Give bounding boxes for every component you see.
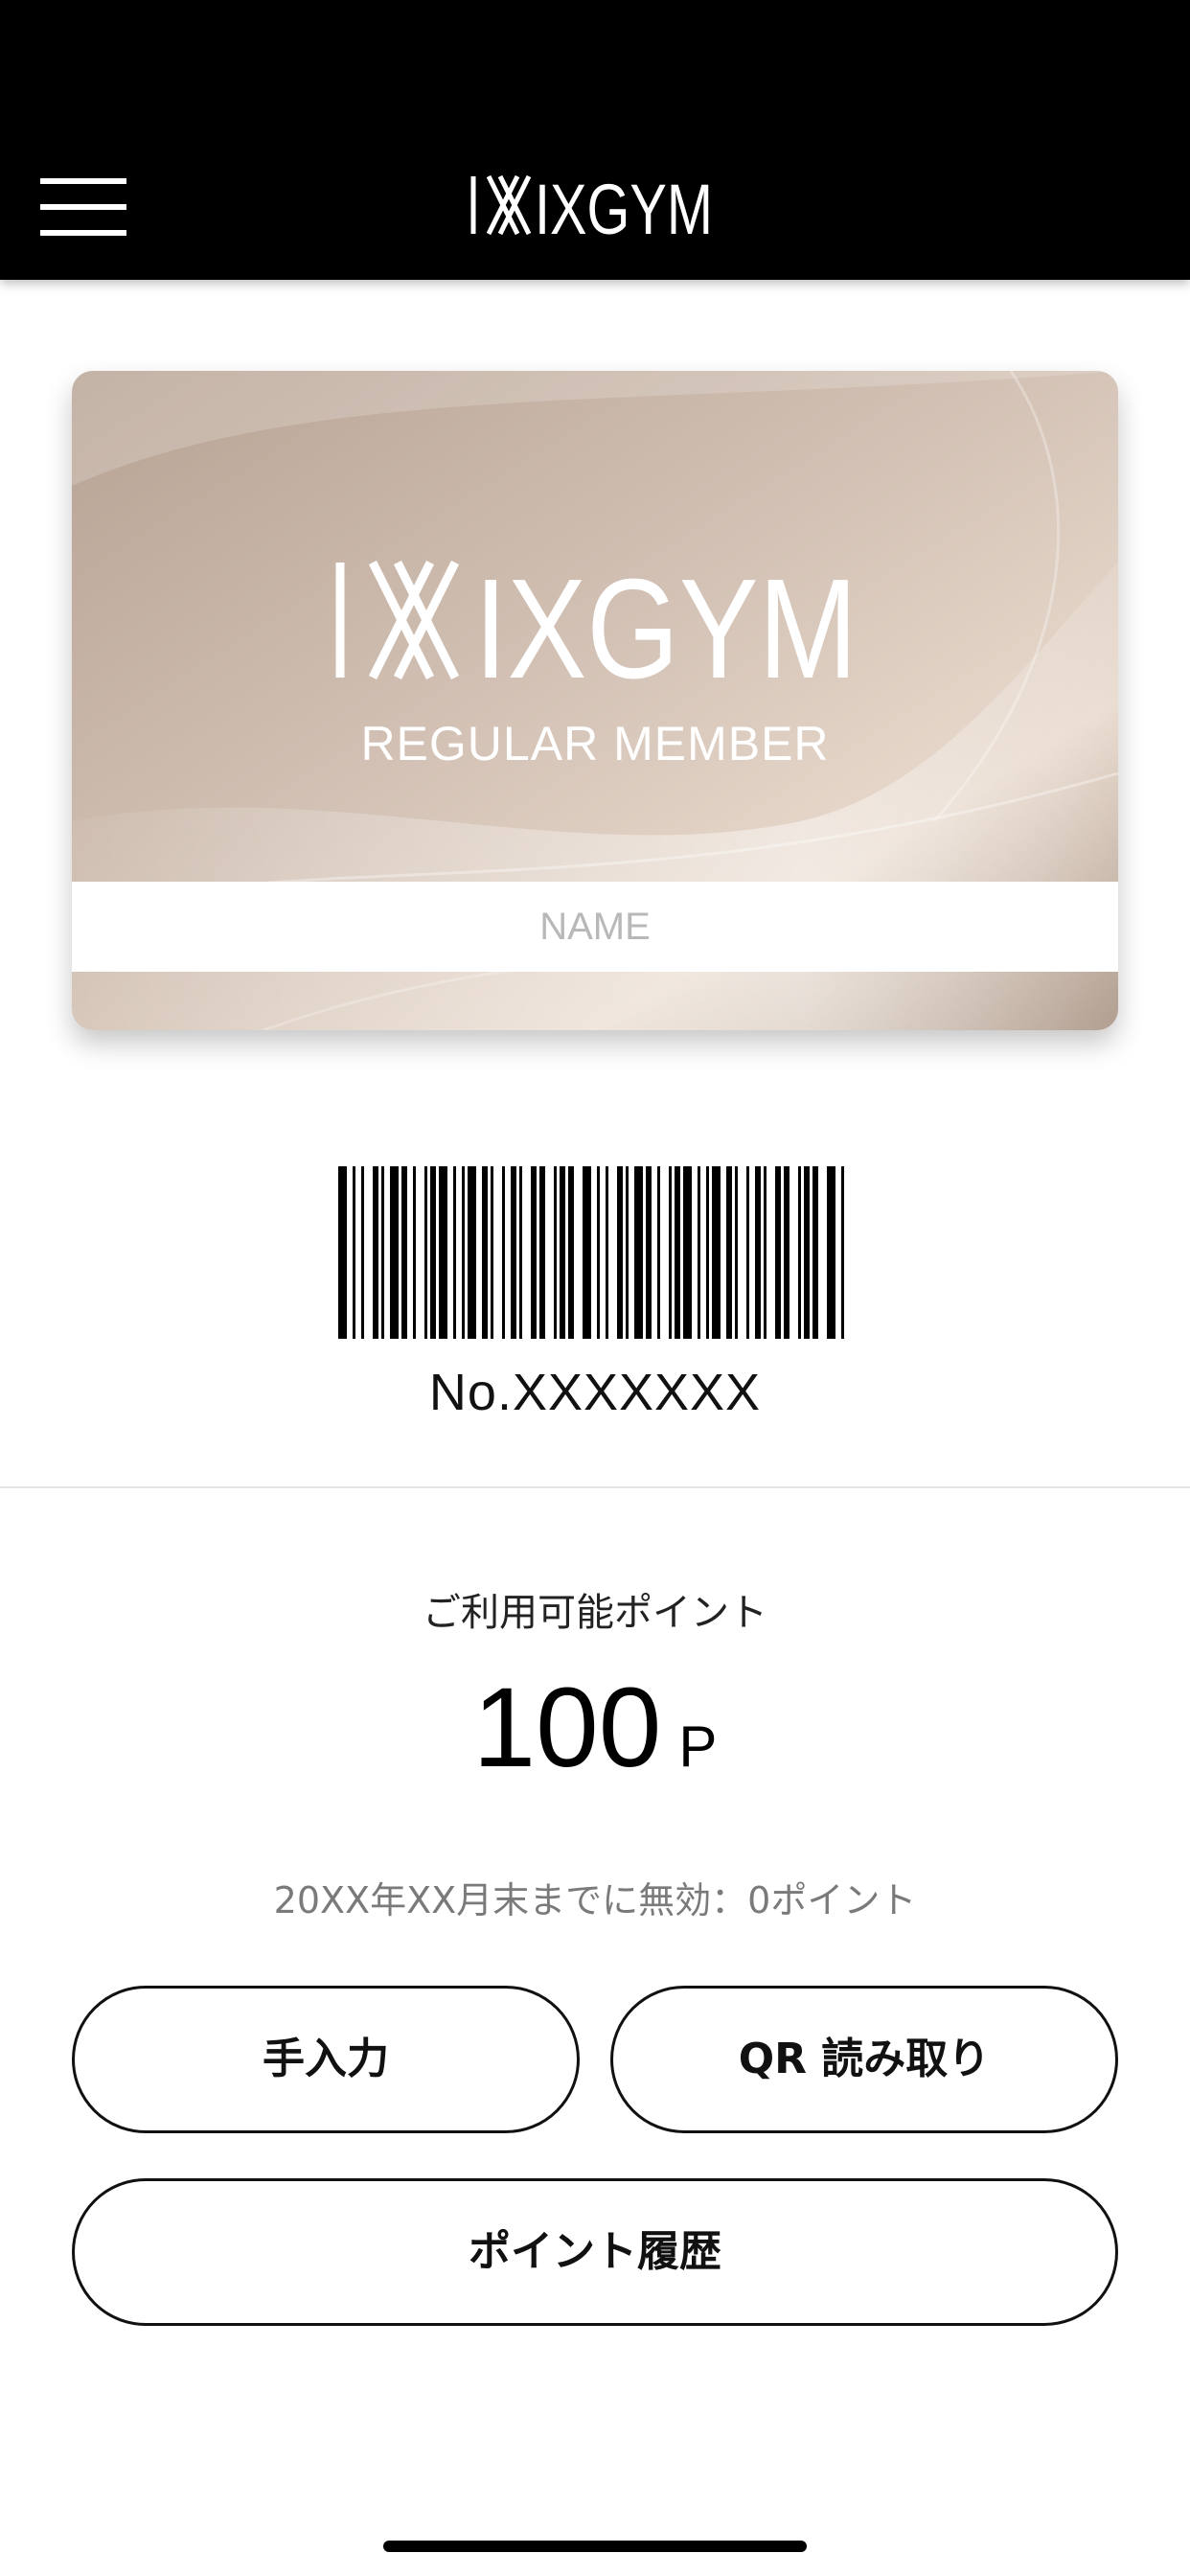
barcode-bar — [646, 1166, 652, 1339]
barcode-bar — [502, 1166, 505, 1339]
member-tier: REGULAR MEMBER — [360, 717, 830, 770]
barcode-bar — [712, 1166, 721, 1339]
barcode-bar — [626, 1166, 629, 1339]
barcode-bar — [775, 1166, 781, 1339]
barcode-bar — [482, 1166, 488, 1339]
home-indicator[interactable] — [383, 2541, 807, 2552]
barcode-bar — [430, 1166, 436, 1339]
points-unit: P — [678, 1714, 718, 1779]
barcode-bar — [764, 1166, 767, 1339]
barcode-bar — [698, 1166, 700, 1339]
barcode-bar — [706, 1166, 709, 1339]
hamburger-menu-icon[interactable] — [40, 178, 126, 236]
barcode-bar — [462, 1166, 465, 1339]
card-brand-logo: IXGYM — [335, 553, 858, 687]
barcode-bar — [804, 1166, 810, 1339]
barcode-bar — [726, 1166, 732, 1339]
barcode-bar — [390, 1166, 399, 1339]
barcode-bar — [568, 1166, 574, 1339]
barcode-bar — [634, 1166, 643, 1339]
barcode-bar — [597, 1166, 600, 1339]
barcode-bar — [491, 1166, 493, 1339]
svg-text:IXGYM: IXGYM — [535, 170, 713, 242]
barcode-bar — [560, 1166, 565, 1339]
membership-card: IXGYM REGULAR MEMBER NAME — [72, 371, 1118, 1030]
points-value: 100 — [472, 1665, 662, 1791]
barcode-bar — [511, 1166, 516, 1339]
barcode-bar — [617, 1166, 623, 1339]
barcode-bar — [413, 1166, 416, 1339]
barcode-bar — [583, 1166, 591, 1339]
barcode-bar — [669, 1166, 672, 1339]
barcode-bar — [539, 1166, 545, 1339]
barcode-bar — [468, 1166, 476, 1339]
barcode-bar — [401, 1166, 407, 1339]
barcode-bar — [361, 1166, 364, 1339]
barcode-bar — [373, 1166, 378, 1339]
barcode-bar — [519, 1166, 522, 1339]
points-label: ご利用可能ポイント — [423, 1591, 767, 1635]
brand-logo: IXGYM — [470, 170, 713, 242]
member-name: NAME — [539, 906, 651, 948]
barcode-bar — [439, 1166, 447, 1339]
point-history-button[interactable]: ポイント履歴 — [72, 2178, 1118, 2326]
barcode-bar — [606, 1166, 608, 1339]
barcode-bar — [675, 1166, 680, 1339]
barcode-bar — [784, 1166, 790, 1339]
member-name-band: NAME — [72, 882, 1118, 972]
member-barcode — [338, 1166, 844, 1339]
barcode-bar — [735, 1166, 738, 1339]
app-header: IXGYM — [0, 0, 1190, 280]
barcode-bar — [338, 1166, 347, 1339]
barcode-bar — [827, 1166, 835, 1339]
barcode-bar — [381, 1166, 384, 1339]
barcode-bar — [812, 1166, 818, 1339]
barcode-bar — [531, 1166, 537, 1339]
barcode-bar — [798, 1166, 801, 1339]
barcode-bar — [841, 1166, 844, 1339]
member-number: No.XXXXXXX — [428, 1364, 762, 1421]
barcode-bar — [353, 1166, 355, 1339]
barcode-bar — [554, 1166, 557, 1339]
section-divider — [0, 1486, 1190, 1488]
barcode-bar — [657, 1166, 660, 1339]
manual-input-button[interactable]: 手入力 — [72, 1986, 580, 2133]
qr-scan-button[interactable]: QR 読み取り — [610, 1986, 1118, 2133]
barcode-bar — [683, 1166, 692, 1339]
svg-text:IXGYM: IXGYM — [474, 553, 858, 687]
barcode-bar — [424, 1166, 427, 1339]
barcode-bar — [453, 1166, 456, 1339]
barcode-bar — [746, 1166, 749, 1339]
barcode-bar — [755, 1166, 761, 1339]
points-expire-note: 20XX年XX月末までに無効：0ポイント — [273, 1879, 917, 1921]
points-balance: 100 P — [0, 1663, 1190, 1793]
